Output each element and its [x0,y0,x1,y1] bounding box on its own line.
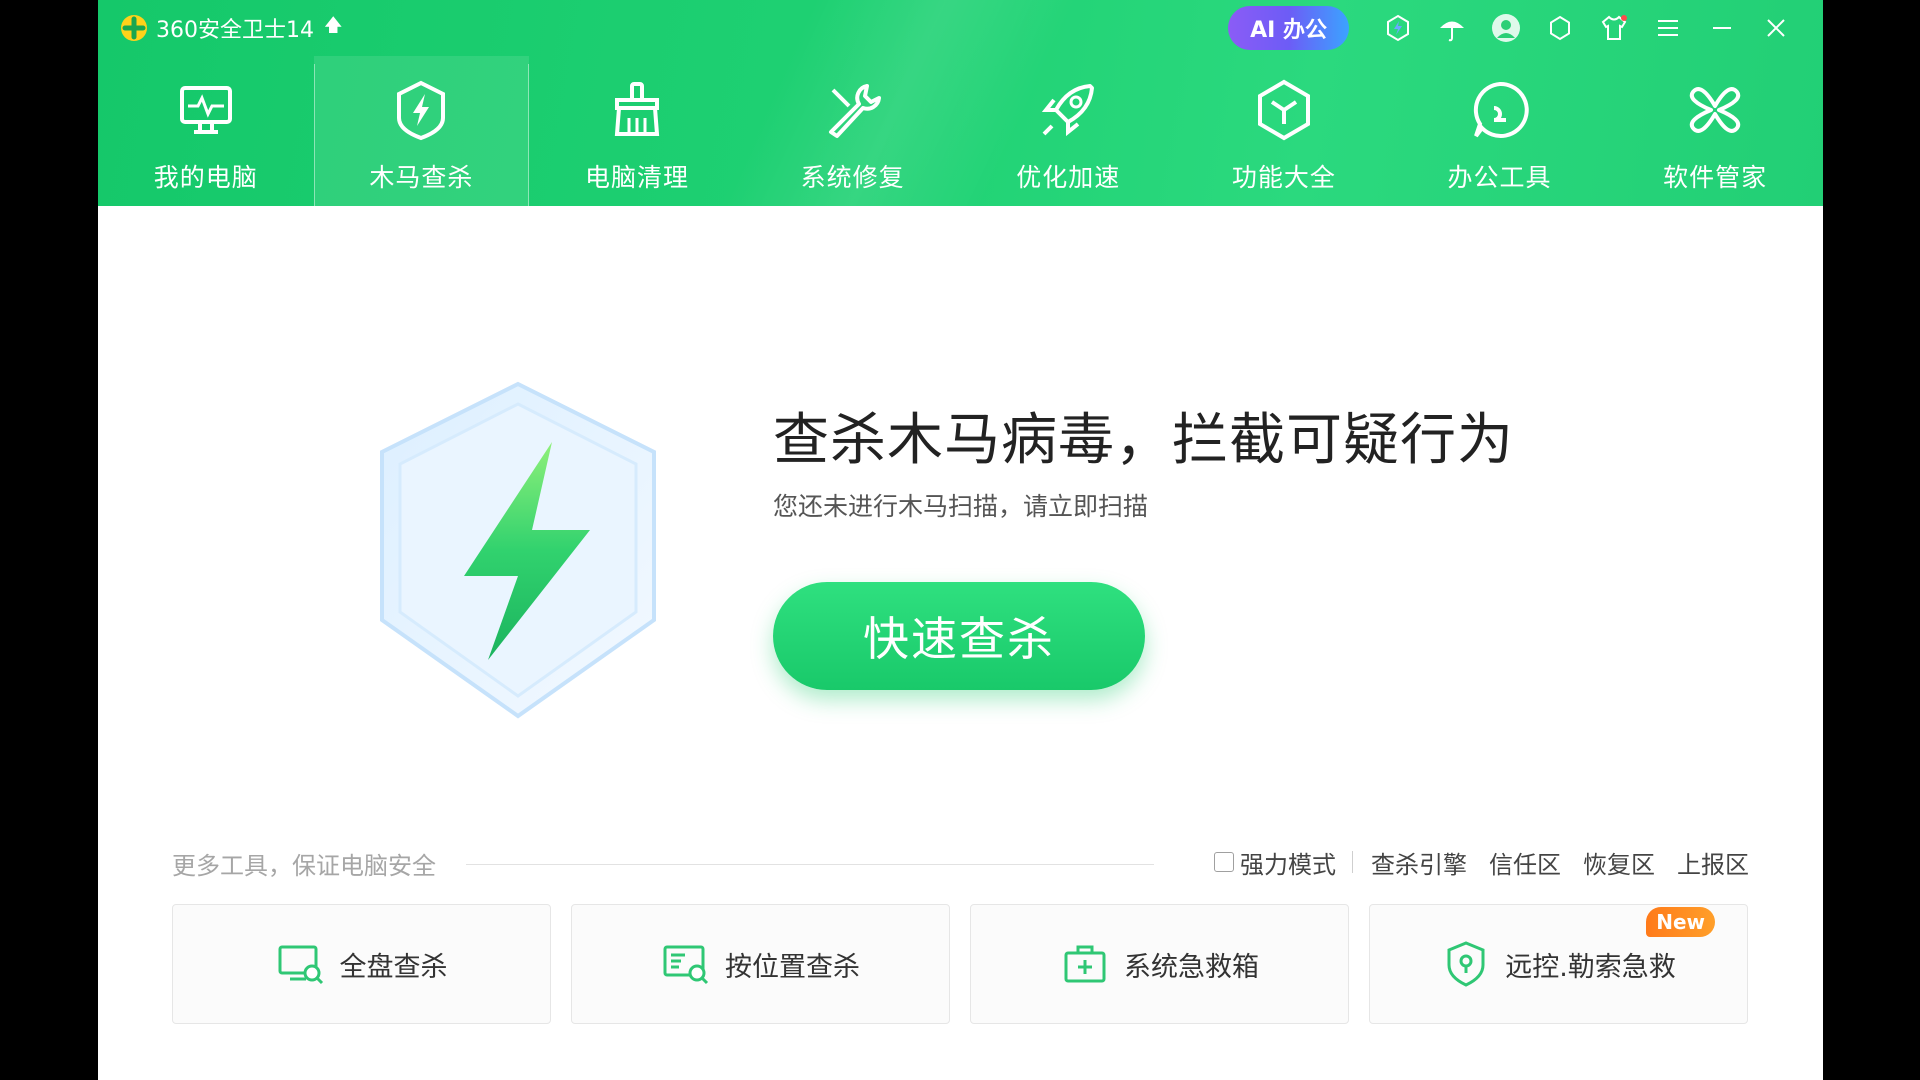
tool-links: 强力模式 查杀引擎 信任区 恢复区 上报区 [1214,844,1749,880]
nav-item-features[interactable]: 功能大全 [1176,56,1392,206]
strong-mode-checkbox[interactable] [1214,852,1234,872]
new-badge: New [1646,907,1715,937]
chat-bubble-icon [1473,81,1529,138]
report-zone-link[interactable]: 上报区 [1677,845,1749,880]
app-title-text: 360安全卫士14 [156,18,314,43]
first-aid-label: 系统急救箱 [1124,951,1259,983]
speed-shield-icon[interactable] [1371,4,1425,52]
nav-item-trojan-scan[interactable]: 木马查杀 [313,56,530,206]
ai-office-button[interactable]: AI 办公 [1228,6,1349,50]
shield-bolt-icon [397,80,446,141]
rocket-icon [1042,84,1095,137]
location-scan-label: 按位置查杀 [725,951,860,983]
nav-item-cleanup[interactable]: 电脑清理 [529,56,745,206]
shield-lightning-illustration [380,381,656,719]
monitor-pulse-icon [179,86,232,134]
strong-mode-label[interactable]: 强力模式 [1240,845,1336,880]
tool-cards: 全盘查杀 按位置查杀 系统急救箱 远控.勒索急救 New [172,904,1748,1024]
titlebar-controls: AI 办公 [1228,4,1803,52]
broom-icon [614,82,660,136]
nav-item-my-pc[interactable]: 我的电脑 [98,56,314,206]
more-tools-label: 更多工具，保证电脑安全 [172,852,436,880]
shield-lock-icon [1447,941,1485,987]
close-icon[interactable] [1749,4,1803,52]
clover-icon [1690,87,1741,133]
location-scan-card[interactable]: 按位置查杀 [571,904,950,1024]
nav-item-speedup[interactable]: 优化加速 [961,56,1177,206]
location-search-icon [663,945,709,985]
ransomware-rescue-label: 远控.勒索急救 [1505,951,1676,983]
first-aid-kit-icon [1064,945,1106,983]
upgrade-arrow-icon[interactable]: 🡅 [324,13,343,43]
skin-shirt-icon[interactable] [1587,4,1641,52]
minimize-icon[interactable] [1695,4,1749,52]
hero-title: 查杀木马病毒，拦截可疑行为 [773,408,1514,473]
wrench-icon [828,84,881,138]
hexagon-box-icon [1257,79,1310,141]
header-bar: 360安全卫士14 🡅 AI 办公 我的电脑 木马查杀 电脑清理 系统修复 优化… [98,0,1823,206]
avatar-icon[interactable] [1479,4,1533,52]
nav-item-software[interactable]: 软件管家 [1607,56,1823,206]
restore-zone-link[interactable]: 恢复区 [1583,845,1655,880]
app-logo-icon [121,15,147,41]
full-scan-card[interactable]: 全盘查杀 [172,904,551,1024]
nav-item-office-tools[interactable]: 办公工具 [1392,56,1608,206]
first-aid-card[interactable]: 系统急救箱 [970,904,1349,1024]
trust-zone-link[interactable]: 信任区 [1489,845,1561,880]
main-nav: 我的电脑 木马查杀 电脑清理 系统修复 优化加速 功能大全 办公工具 软件管家 [98,56,1823,206]
quick-scan-button[interactable]: 快速查杀 [773,582,1145,690]
app-window: 360安全卫士14 🡅 AI 办公 我的电脑 木马查杀 电脑清理 系统修复 优化… [98,0,1823,1080]
monitor-search-icon [278,945,323,985]
full-scan-label: 全盘查杀 [339,951,448,983]
divider [466,864,1154,865]
umbrella-icon[interactable] [1425,4,1479,52]
ransomware-rescue-card[interactable]: 远控.勒索急救 New [1369,904,1748,1024]
hero-subtitle: 您还未进行木马扫描，请立即扫描 [773,492,1149,521]
menu-icon[interactable] [1641,4,1695,52]
app-title[interactable]: 360安全卫士14 🡅 [118,12,343,44]
scan-engine-link[interactable]: 查杀引擎 [1371,845,1467,880]
separator [1352,851,1353,873]
settings-hexagon-icon[interactable] [1533,4,1587,52]
nav-item-repair[interactable]: 系统修复 [745,56,961,206]
